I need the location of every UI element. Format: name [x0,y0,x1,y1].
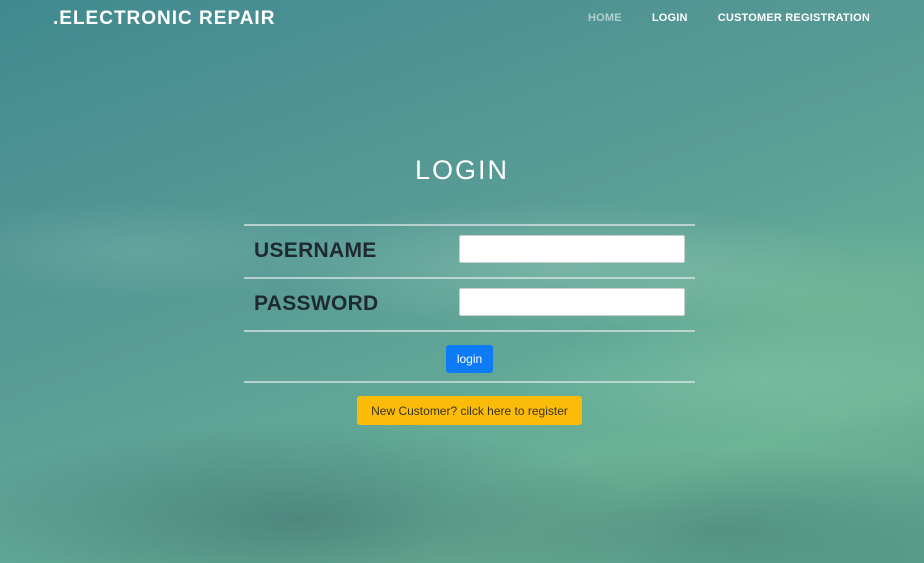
nav-customer-registration[interactable]: CUSTOMER REGISTRATION [718,12,870,24]
nav-login[interactable]: LOGIN [652,12,688,24]
nav-home[interactable]: HOME [588,12,622,24]
username-row: USERNAME [244,224,695,277]
page-title: LOGIN [414,155,510,185]
register-button[interactable]: New Customer? cilck here to register [357,396,582,425]
login-button[interactable]: login [446,345,493,373]
navbar: .ELECTRONIC REPAIR HOME LOGIN CUSTOMER R… [0,0,924,38]
username-label: USERNAME [254,239,377,262]
login-button-row: login [244,330,695,383]
brand-logo[interactable]: .ELECTRONIC REPAIR [53,8,275,30]
password-row: PASSWORD [244,277,695,330]
password-label: PASSWORD [254,292,379,315]
username-input[interactable] [459,235,685,263]
login-form: USERNAME PASSWORD login [244,224,695,383]
password-input[interactable] [459,288,685,316]
nav-links: HOME LOGIN CUSTOMER REGISTRATION [558,12,870,24]
